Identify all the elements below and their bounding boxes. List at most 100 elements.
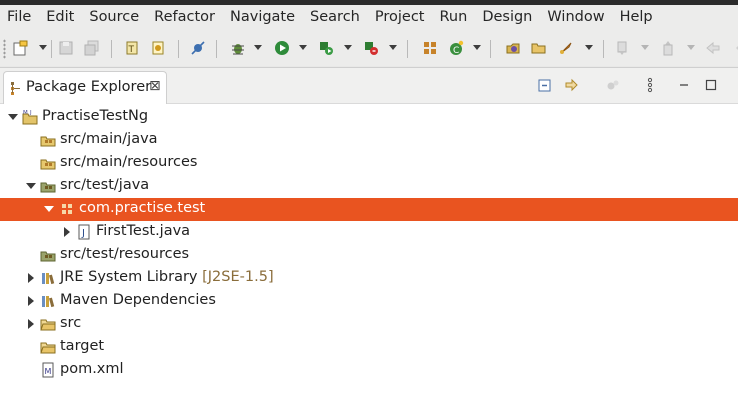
previous-annotation-icon [658, 39, 678, 57]
collapse-all-icon[interactable] [536, 77, 554, 93]
maven-project-icon: MJ [22, 109, 38, 125]
toolbar-separator [178, 40, 179, 58]
collapse-arrow-icon[interactable] [26, 183, 36, 189]
package-explorer-icon [10, 81, 22, 99]
new-dropdown-icon[interactable] [39, 45, 47, 50]
tree-item-name: JRE System Library [60, 269, 198, 285]
folder-icon [40, 339, 56, 355]
menu-window[interactable]: Window [540, 5, 612, 30]
coverage-dropdown-icon[interactable] [344, 45, 352, 50]
menu-search[interactable]: Search [303, 5, 368, 30]
library-icon [40, 293, 56, 309]
menu-run[interactable]: Run [433, 5, 476, 30]
tree-item-label: src/main/resources [60, 154, 198, 170]
external-tools-icon[interactable] [361, 39, 381, 57]
toolbar-grip[interactable] [3, 39, 6, 59]
tree-item-src-main-resources[interactable]: src/main/resources [0, 152, 738, 175]
debug-icon[interactable] [228, 39, 248, 57]
minimize-icon[interactable] [675, 77, 693, 93]
source-folder-icon [40, 247, 56, 263]
library-icon [40, 270, 56, 286]
tree-item-practisetestng[interactable]: MJ PractiseTestNg [0, 106, 738, 129]
open-folder-icon[interactable] [529, 39, 549, 57]
menu-edit[interactable]: Edit [39, 5, 82, 30]
tree-item-label: pom.xml [60, 361, 124, 377]
launch-dropdown-icon[interactable] [585, 45, 593, 50]
tree-item-src-test-java[interactable]: src/test/java [0, 175, 738, 198]
new-icon[interactable] [10, 39, 30, 57]
open-task-icon[interactable] [503, 39, 523, 57]
open-resource-icon[interactable] [148, 39, 168, 57]
tree-item-com-practise-test[interactable]: com.practise.test [0, 198, 738, 221]
tree-item-label: FirstTest.java [96, 223, 191, 239]
expand-arrow-icon[interactable] [28, 319, 34, 329]
open-type-icon[interactable]: T [122, 39, 142, 57]
menu-file[interactable]: File [0, 5, 39, 30]
link-with-editor-icon[interactable] [562, 77, 580, 93]
save-icon [56, 39, 76, 57]
source-folder-icon [40, 178, 56, 194]
menu-refactor[interactable]: Refactor [147, 5, 223, 30]
collapse-arrow-icon[interactable] [44, 206, 54, 212]
new-java-package-icon[interactable] [420, 39, 440, 57]
run-icon[interactable] [272, 39, 292, 57]
menu-design[interactable]: Design [475, 5, 540, 30]
source-folder-icon [40, 132, 56, 148]
toolbar-separator [111, 40, 112, 58]
forward-icon [726, 39, 738, 57]
debug-dropdown-icon[interactable] [254, 45, 262, 50]
expand-arrow-icon[interactable] [64, 227, 70, 237]
menu-project[interactable]: Project [368, 5, 433, 30]
previous-annotation-dropdown-icon [687, 45, 695, 50]
skip-breakpoints-icon[interactable] [188, 39, 208, 57]
tree-item-label: Maven Dependencies [60, 292, 216, 308]
back-icon [703, 39, 723, 57]
run-dropdown-icon[interactable] [299, 45, 307, 50]
tree-item-label: target [60, 338, 105, 354]
main-toolbar: T C [0, 30, 738, 66]
maven-file-icon: M [40, 362, 56, 378]
svg-text:J: J [81, 228, 85, 239]
tree-item-src-main-java[interactable]: src/main/java [0, 129, 738, 152]
tree-item-label: src/test/resources [60, 246, 190, 262]
expand-arrow-icon[interactable] [28, 296, 34, 306]
menu-bar: File Edit Source Refactor Navigate Searc… [0, 5, 738, 30]
view-menu-icon[interactable] [641, 77, 659, 93]
tree-item-firsttest-java[interactable]: J FirstTest.java [0, 221, 738, 244]
tab-package-explorer[interactable]: Package Explorer ⊠ [3, 71, 167, 104]
tab-label: Package Explorer [26, 79, 152, 95]
toolbar-separator [490, 40, 491, 58]
tree-item-maven-dependencies[interactable]: Maven Dependencies [0, 290, 738, 313]
menu-source[interactable]: Source [82, 5, 147, 30]
tree-item-target[interactable]: target [0, 336, 738, 359]
coverage-icon[interactable] [316, 39, 336, 57]
next-annotation-icon [612, 39, 632, 57]
new-class-dropdown-icon[interactable] [473, 45, 481, 50]
tree-item-pom-xml[interactable]: M pom.xml [0, 359, 738, 382]
menu-help[interactable]: Help [613, 5, 661, 30]
launch-icon[interactable] [556, 39, 576, 57]
toolbar-separator [51, 40, 52, 58]
jre-version-decoration: [J2SE-1.5] [202, 269, 274, 285]
tree-item-label: src [60, 315, 82, 331]
collapse-arrow-icon[interactable] [8, 114, 18, 120]
view-tab-bar: Package Explorer ⊠ [0, 68, 738, 104]
menu-navigate[interactable]: Navigate [223, 5, 303, 30]
svg-text:C: C [453, 46, 459, 56]
toolbar-separator [603, 40, 604, 58]
tree-item-src[interactable]: src [0, 313, 738, 336]
svg-text:M: M [45, 367, 52, 376]
source-folder-icon [40, 155, 56, 171]
tree-item-jre-system-library[interactable]: JRE System Library [J2SE-1.5] [0, 267, 738, 290]
toolbar-separator [407, 40, 408, 58]
expand-arrow-icon[interactable] [28, 273, 34, 283]
maximize-icon[interactable] [702, 77, 720, 93]
focus-on-active-task-icon [604, 77, 622, 93]
tree-item-src-test-resources[interactable]: src/test/resources [0, 244, 738, 267]
external-tools-dropdown-icon[interactable] [389, 45, 397, 50]
tree-item-label: PractiseTestNg [42, 108, 149, 124]
close-icon[interactable]: ⊠ [149, 78, 161, 94]
tree-item-label: src/main/java [60, 131, 158, 147]
tree-item-label: src/test/java [60, 177, 150, 193]
new-java-class-icon[interactable]: C [446, 39, 466, 57]
